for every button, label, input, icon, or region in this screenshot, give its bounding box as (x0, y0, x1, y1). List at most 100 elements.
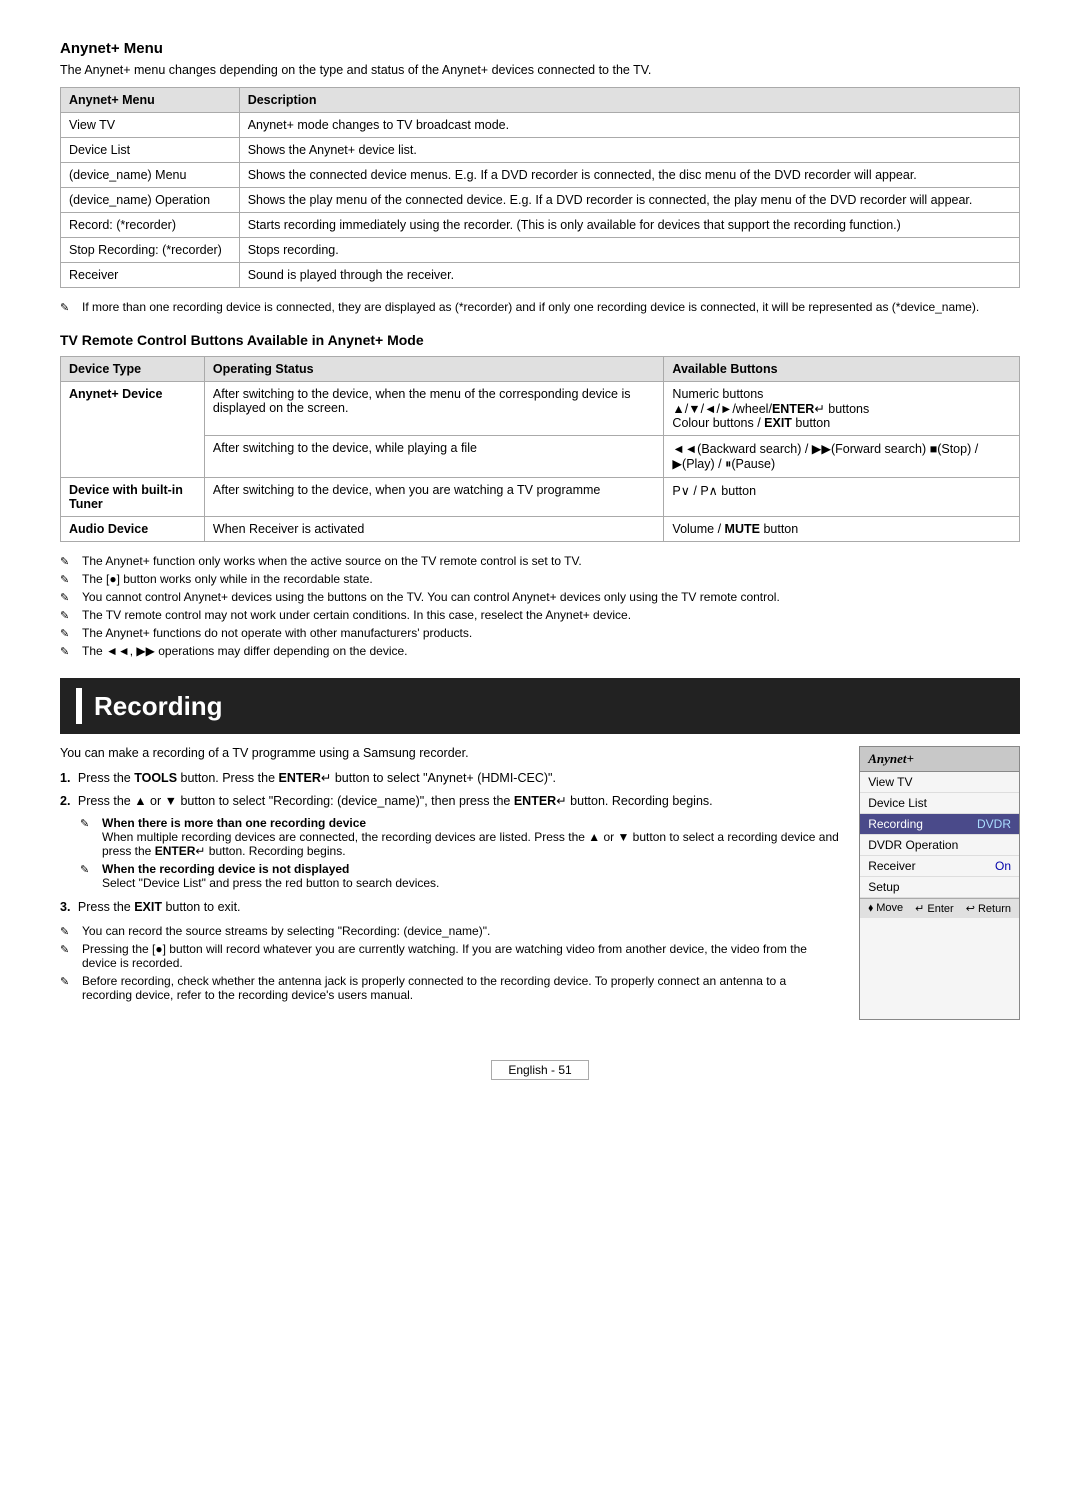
col-header-menu: Anynet+ Menu (61, 88, 240, 113)
step-num-3: 3. (60, 900, 70, 914)
menu-item-device-list: Device List (61, 138, 240, 163)
footer-move: ⬧ Move (868, 902, 903, 915)
tv-remote-table: Device Type Operating Status Available B… (60, 356, 1020, 542)
note-icon: ✎ (60, 943, 78, 956)
bottom-note-1-text: You can record the source streams by sel… (82, 924, 490, 938)
table-row: Audio Device When Receiver is activated … (61, 517, 1020, 542)
desc-device-list: Shows the Anynet+ device list. (239, 138, 1019, 163)
tv-menu-item-dvdr-operation: DVDR Operation (860, 835, 1019, 856)
anynet-menu-notes: ✎ If more than one recording device is c… (60, 300, 1020, 314)
table-row: Anynet+ Device After switching to the de… (61, 382, 1020, 436)
buttons-menu-displayed: Numeric buttons ▲/▼/◄/►/wheel/ENTER↵ but… (664, 382, 1020, 436)
desc-device-menu: Shows the connected device menus. E.g. I… (239, 163, 1019, 188)
sub-note-multiple-text: When there is more than one recording de… (102, 816, 839, 858)
anynet-menu-table: Anynet+ Menu Description View TV Anynet+… (60, 87, 1020, 288)
table-row: Receiver Sound is played through the rec… (61, 263, 1020, 288)
sub-note-bold-1: When there is more than one recording de… (102, 816, 366, 830)
note-text-3: You cannot control Anynet+ devices using… (82, 590, 780, 604)
step-num-2: 2. (60, 794, 70, 808)
recording-content: You can make a recording of a TV program… (60, 746, 1020, 1020)
col-header-description: Description (239, 88, 1019, 113)
tv-menu-item-receiver: Receiver On (860, 856, 1019, 877)
footer-return: ↩ Return (966, 902, 1011, 915)
note-item: ✎ If more than one recording device is c… (60, 300, 1020, 314)
page-number: English - 51 (491, 1060, 588, 1080)
note-icon: ✎ (60, 609, 78, 622)
tv-remote-section: TV Remote Control Buttons Available in A… (60, 332, 1020, 658)
note-item-6: ✎ The ◄◄, ▶▶ operations may differ depen… (60, 644, 1020, 658)
tv-menu-item-recording: Recording DVDR (860, 814, 1019, 835)
step-2: 2. Press the ▲ or ▼ button to select "Re… (60, 793, 839, 808)
table-row: Device List Shows the Anynet+ device lis… (61, 138, 1020, 163)
tv-menu-item-label: Recording (868, 817, 923, 831)
note-icon: ✎ (80, 817, 98, 830)
note-text-4: The TV remote control may not work under… (82, 608, 631, 622)
status-receiver: When Receiver is activated (204, 517, 664, 542)
note-icon: ✎ (80, 863, 98, 876)
tv-menu-item-label: View TV (868, 775, 912, 789)
table-row: Record: (*recorder) Starts recording imm… (61, 213, 1020, 238)
note-item-5: ✎ The Anynet+ functions do not operate w… (60, 626, 1020, 640)
note-icon: ✎ (60, 591, 78, 604)
menu-item-device-operation: (device_name) Operation (61, 188, 240, 213)
tv-menu-item-value: DVDR (977, 817, 1011, 831)
page-footer: English - 51 (60, 1060, 1020, 1080)
tv-menu-item-value: On (995, 859, 1011, 873)
bottom-note-3-text: Before recording, check whether the ante… (82, 974, 839, 1002)
table-row: (device_name) Menu Shows the connected d… (61, 163, 1020, 188)
sub-note-bold-2: When the recording device is not display… (102, 862, 349, 876)
recording-bottom-notes: ✎ You can record the source streams by s… (60, 924, 839, 1002)
desc-receiver: Sound is played through the receiver. (239, 263, 1019, 288)
sub-note-not-displayed-text: When the recording device is not display… (102, 862, 439, 890)
note-item-1: ✎ The Anynet+ function only works when t… (60, 554, 1020, 568)
note-item-3: ✎ You cannot control Anynet+ devices usi… (60, 590, 1020, 604)
note-text-1: The Anynet+ function only works when the… (82, 554, 582, 568)
desc-record: Starts recording immediately using the r… (239, 213, 1019, 238)
tv-menu-mockup: Anynet+ View TV Device List Recording DV… (859, 746, 1020, 1020)
step-2-text: Press the ▲ or ▼ button to select "Recor… (78, 794, 713, 808)
note-icon: ✎ (60, 645, 78, 658)
note-icon: ✎ (60, 573, 78, 586)
device-audio: Audio Device (61, 517, 205, 542)
note-text-5: The Anynet+ functions do not operate wit… (82, 626, 472, 640)
table-row: (device_name) Operation Shows the play m… (61, 188, 1020, 213)
anynet-menu-title: Anynet+ Menu (60, 40, 1020, 57)
bottom-note-1: ✎ You can record the source streams by s… (60, 924, 839, 938)
bottom-note-2-text: Pressing the [●] button will record what… (82, 942, 839, 970)
tv-menu-item-setup: Setup (860, 877, 1019, 898)
step-num-1: 1. (60, 771, 70, 785)
recording-text-area: You can make a recording of a TV program… (60, 746, 839, 1020)
note-text-6: The ◄◄, ▶▶ operations may differ dependi… (82, 644, 408, 658)
desc-view-tv: Anynet+ mode changes to TV broadcast mod… (239, 113, 1019, 138)
status-watching-tv: After switching to the device, when you … (204, 478, 664, 517)
desc-stop-recording: Stops recording. (239, 238, 1019, 263)
tv-menu-item-label: Device List (868, 796, 927, 810)
table-row: Stop Recording: (*recorder) Stops record… (61, 238, 1020, 263)
table-row: Device with built-in Tuner After switchi… (61, 478, 1020, 517)
tv-menu-footer: ⬧ Move ↵ Enter ↩ Return (860, 898, 1019, 918)
col-operating-status: Operating Status (204, 357, 664, 382)
bottom-note-3: ✎ Before recording, check whether the an… (60, 974, 839, 1002)
menu-item-view-tv: View TV (61, 113, 240, 138)
tv-menu-item-device-list: Device List (860, 793, 1019, 814)
status-playing-file: After switching to the device, while pla… (204, 436, 664, 478)
footer-enter: ↵ Enter (915, 902, 954, 915)
tv-menu-item-label: DVDR Operation (868, 838, 958, 852)
note-icon: ✎ (60, 925, 78, 938)
step-3: 3. Press the EXIT button to exit. (60, 900, 839, 914)
status-menu-displayed: After switching to the device, when the … (204, 382, 664, 436)
header-bar (76, 688, 82, 724)
table-row: After switching to the device, while pla… (61, 436, 1020, 478)
tv-menu-item-label: Receiver (868, 859, 915, 873)
note-item-4: ✎ The TV remote control may not work und… (60, 608, 1020, 622)
step-1-text: Press the TOOLS button. Press the ENTER↵… (78, 771, 556, 785)
recording-intro: You can make a recording of a TV program… (60, 746, 839, 760)
tv-remote-title: TV Remote Control Buttons Available in A… (60, 332, 1020, 348)
col-device-type: Device Type (61, 357, 205, 382)
col-available-buttons: Available Buttons (664, 357, 1020, 382)
bottom-note-2: ✎ Pressing the [●] button will record wh… (60, 942, 839, 970)
recording-header: Recording (60, 678, 1020, 734)
buttons-playing-file: ◄◄(Backward search) / ▶▶(Forward search)… (664, 436, 1020, 478)
menu-item-receiver: Receiver (61, 263, 240, 288)
anynet-menu-section: Anynet+ Menu The Anynet+ menu changes de… (60, 40, 1020, 314)
